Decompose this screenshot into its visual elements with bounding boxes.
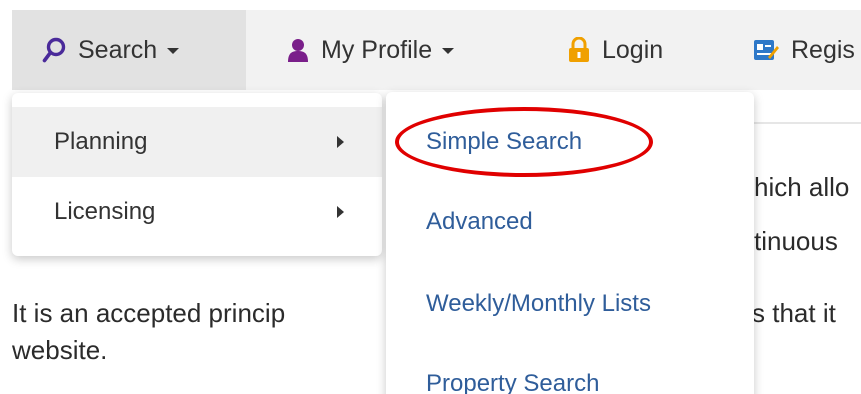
nav-register-link[interactable]: Regis [753, 10, 855, 90]
search-icon [42, 37, 66, 63]
nav-profile-menu[interactable]: My Profile [287, 10, 455, 90]
content-divider [752, 122, 861, 124]
nav-search-label: Search [78, 35, 158, 64]
user-icon [287, 38, 309, 62]
submenu-item-simple-search[interactable]: Simple Search [426, 128, 582, 156]
menu-item-label: Licensing [54, 198, 156, 225]
main-navbar: Search My Profile Login Regis [12, 10, 861, 90]
submenu-item-advanced[interactable]: Advanced [426, 208, 533, 236]
submenu-item-property-search[interactable]: Property Search [426, 370, 599, 394]
chevron-right-icon [337, 136, 344, 148]
nav-search-menu[interactable]: Search [12, 10, 246, 90]
nav-login-label: Login [602, 35, 664, 64]
planning-submenu: Simple Search Advanced Weekly/Monthly Li… [386, 92, 754, 394]
content-paragraph-end: s that it [752, 298, 836, 328]
menu-item-licensing[interactable]: Licensing [12, 177, 382, 247]
content-paragraph-start: It is an accepted princip [12, 298, 286, 328]
menu-item-planning[interactable]: Planning [12, 107, 382, 177]
lock-icon [568, 37, 590, 63]
chevron-right-icon [337, 206, 344, 218]
content-fragment: hich allo [754, 172, 850, 202]
content-paragraph-line: website. [12, 335, 108, 365]
menu-item-label: Planning [54, 128, 148, 155]
nav-profile-label: My Profile [321, 35, 433, 64]
nav-login-link[interactable]: Login [568, 10, 663, 90]
search-dropdown-menu: Planning Licensing [12, 93, 382, 256]
submenu-item-weekly-monthly-lists[interactable]: Weekly/Monthly Lists [426, 290, 651, 318]
chevron-down-icon [442, 48, 455, 54]
register-icon [753, 38, 779, 62]
content-fragment: tinuous [754, 226, 838, 256]
screenshot-stage: Search My Profile Login Regis hich allo … [0, 0, 861, 394]
nav-register-label: Regis [791, 35, 855, 64]
chevron-down-icon [167, 48, 180, 54]
